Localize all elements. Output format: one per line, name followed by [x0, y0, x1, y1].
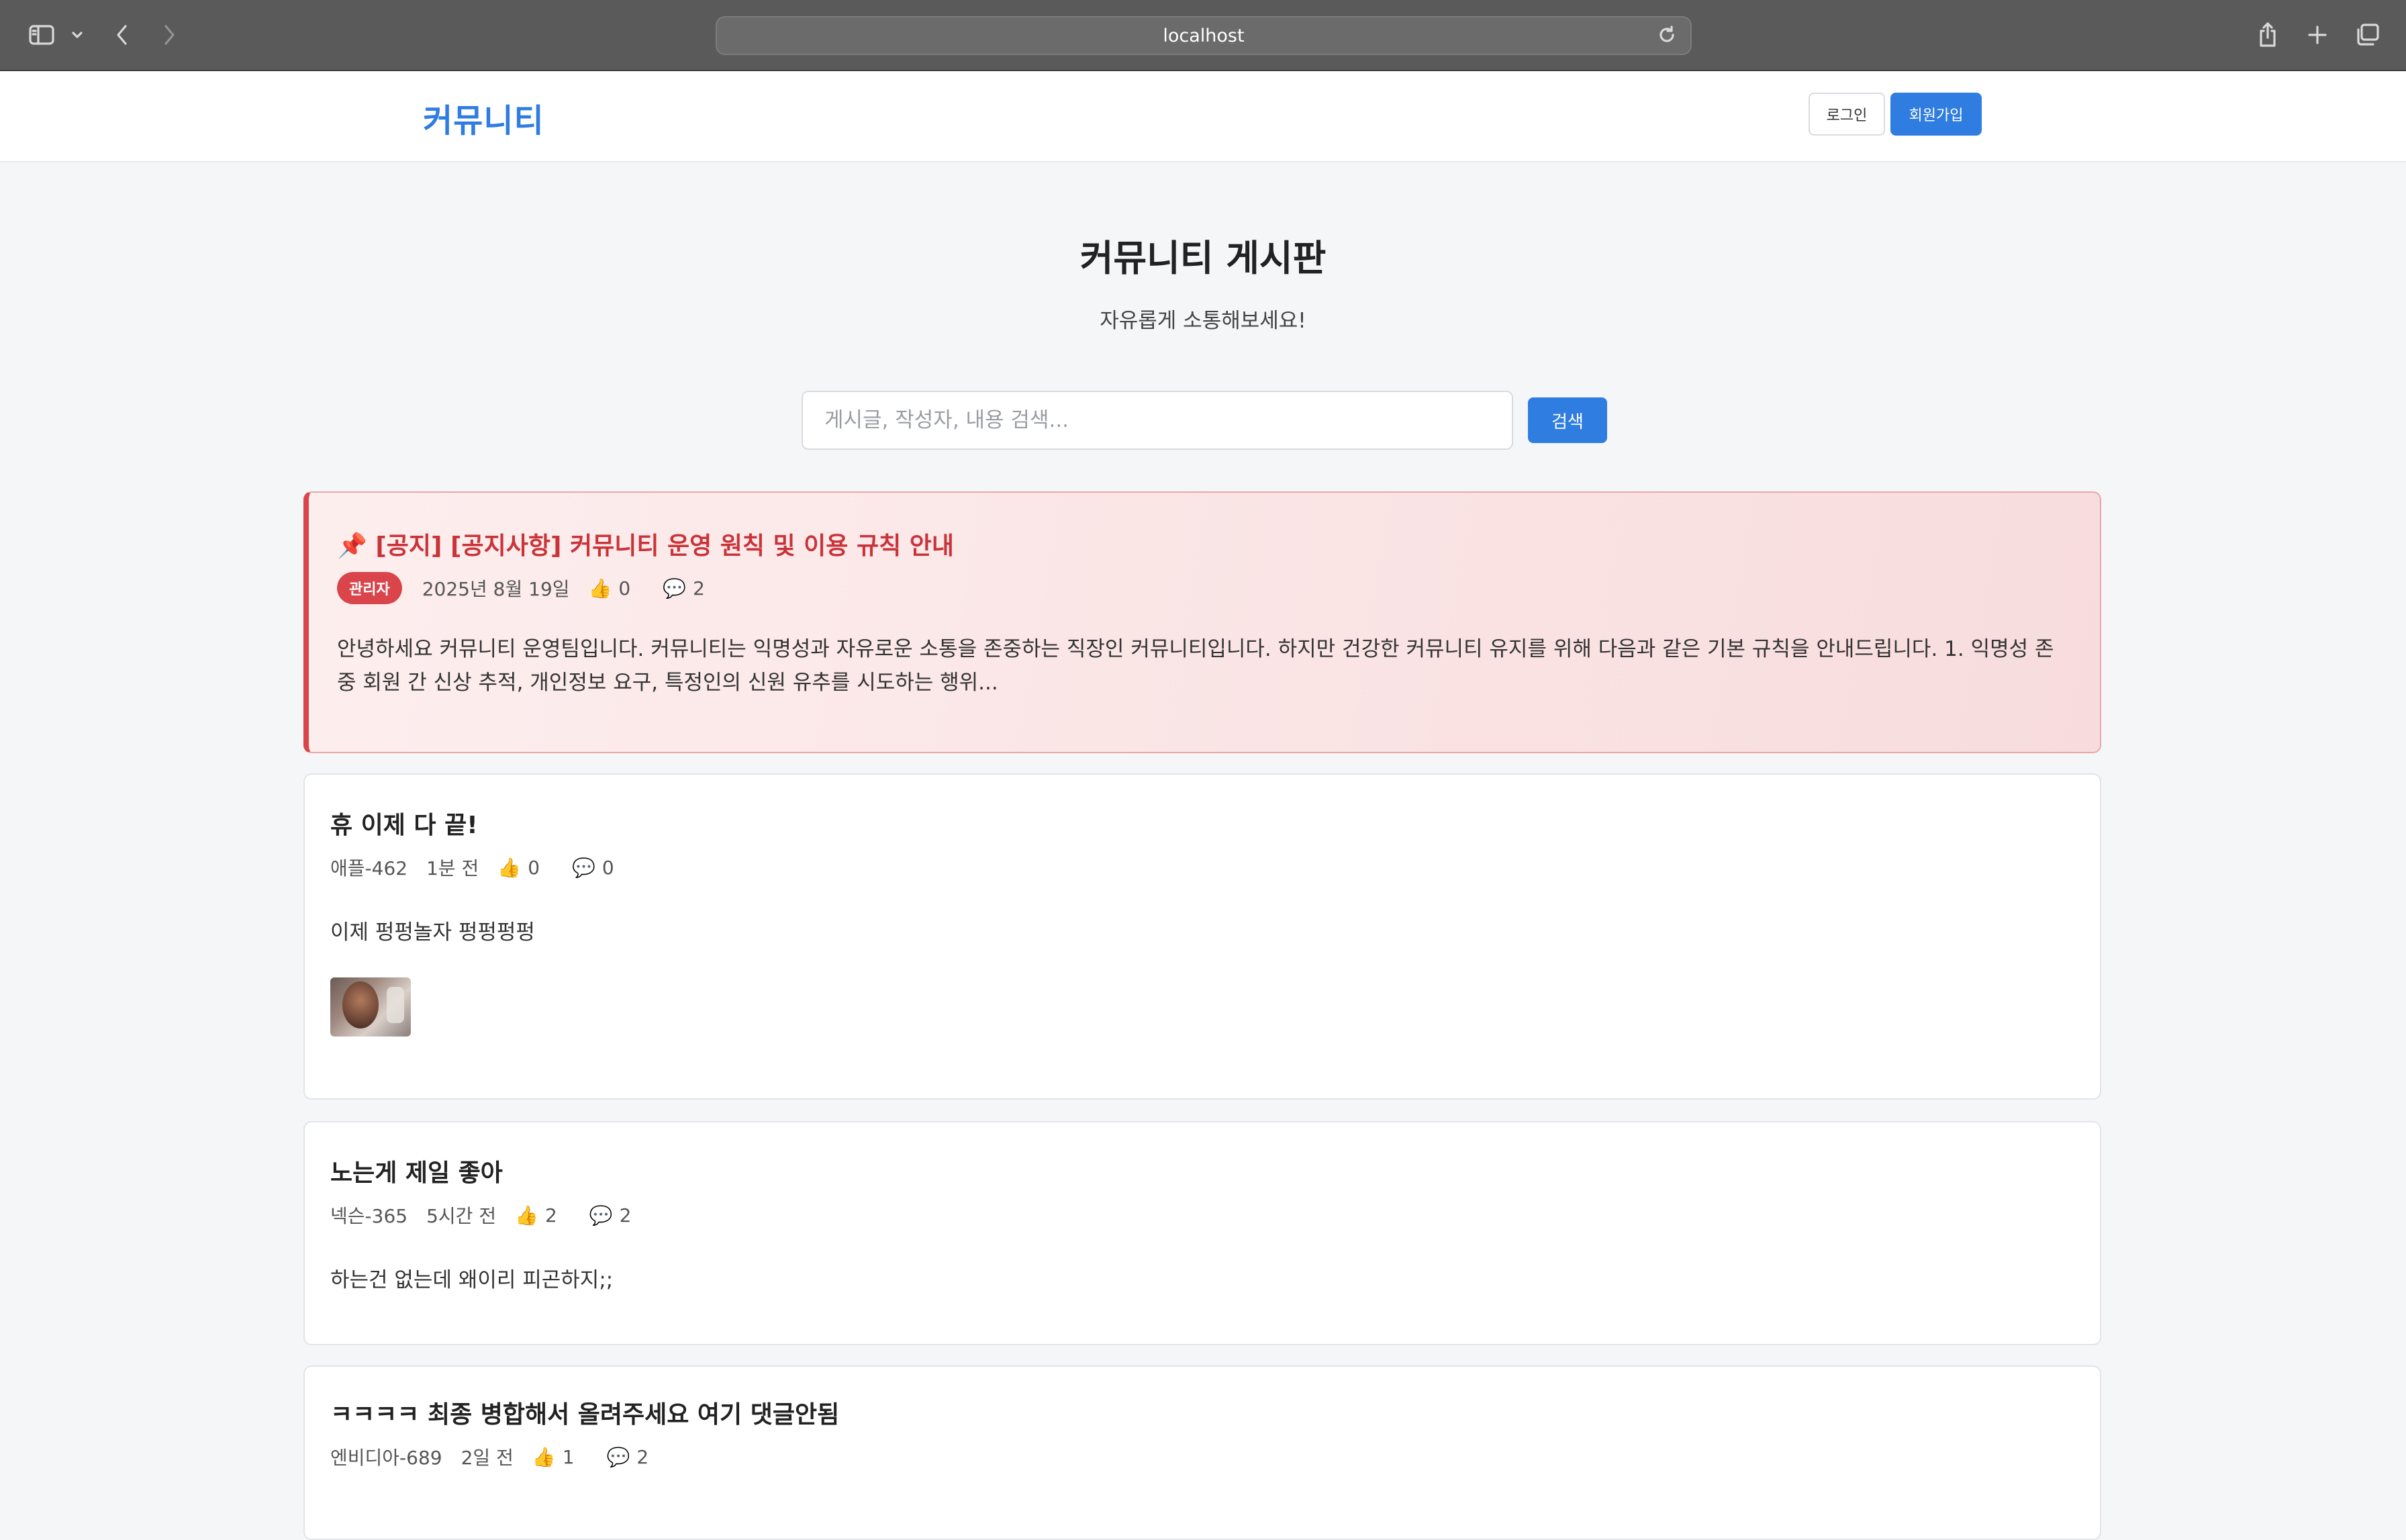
post-author: 넥슨-365	[330, 1205, 408, 1227]
comment-count: 2	[693, 577, 705, 599]
post-author: 애플-462	[330, 857, 408, 879]
comment-count: 0	[602, 856, 614, 879]
like-count: 0	[528, 856, 540, 879]
search-input[interactable]	[802, 391, 1513, 450]
post-title[interactable]: 휴 이제 다 끝!	[330, 806, 478, 840]
post-time: 1분 전	[426, 857, 479, 879]
post-card[interactable]: ㅋㅋㅋㅋ 최종 병합해서 올려주세요 여기 댓글안됨 엔비디아-689 2일 전…	[303, 1365, 2101, 1540]
post-meta: 넥슨-365 5시간 전 👍 2 💬 2	[330, 1202, 631, 1229]
post-meta: 애플-462 1분 전 👍 0 💬 0	[330, 854, 614, 881]
tabs-overview-icon[interactable]	[2352, 19, 2382, 51]
admin-badge: 관리자	[337, 572, 402, 604]
post-card[interactable]: 휴 이제 다 끝! 애플-462 1분 전 👍 0 💬 0 이제 펑펑놀자 펑펑…	[303, 773, 2101, 1100]
post-title[interactable]: ㅋㅋㅋㅋ 최종 병합해서 올려주세요 여기 댓글안됨	[330, 1395, 839, 1430]
site-logo[interactable]: 커뮤니티	[423, 94, 544, 141]
reload-icon[interactable]	[1657, 25, 1677, 50]
sidebar-toggle-icon[interactable]	[26, 19, 58, 51]
forward-icon[interactable]	[156, 19, 183, 51]
comment-count: 2	[619, 1204, 632, 1226]
speech-bubble-icon: 💬	[606, 1445, 630, 1468]
notice-post[interactable]: 📌 [공지] [공지사항] 커뮤니티 운영 원칙 및 이용 규칙 안내 관리자 …	[303, 491, 2101, 753]
comment-count: 2	[636, 1445, 649, 1468]
chevron-down-icon[interactable]	[67, 19, 87, 51]
browser-toolbar: localhost	[0, 0, 2406, 71]
like-count: 2	[544, 1204, 557, 1226]
address-bar[interactable]: localhost	[716, 16, 1692, 55]
post-excerpt: 이제 펑펑놀자 펑펑펑펑	[330, 920, 535, 945]
thumbs-up-icon: 👍	[497, 856, 522, 879]
post-excerpt: 하는건 없는데 왜이리 피곤하지;;	[330, 1268, 614, 1292]
like-count: 0	[618, 577, 631, 599]
speech-bubble-icon: 💬	[663, 577, 687, 599]
signup-button[interactable]: 회원가입	[1890, 93, 1982, 136]
post-date: 2025년 8월 19일	[422, 578, 570, 600]
share-icon[interactable]	[2254, 19, 2281, 51]
post-time: 5시간 전	[426, 1205, 497, 1227]
speech-bubble-icon: 💬	[589, 1204, 613, 1226]
search-button[interactable]: 검색	[1528, 397, 1607, 443]
post-time: 2일 전	[461, 1447, 514, 1469]
post-image-thumbnail[interactable]	[330, 977, 411, 1037]
page-title: 커뮤니티 게시판	[1079, 237, 1327, 279]
login-button[interactable]: 로그인	[1809, 93, 1885, 136]
back-icon[interactable]	[109, 19, 136, 51]
notice-excerpt: 안녕하세요 커뮤니티 운영팀입니다. 커뮤니티는 익명성과 자유로운 소통을 존…	[337, 637, 2054, 695]
url-text: localhost	[1163, 25, 1245, 46]
post-title[interactable]: 노는게 제일 좋아	[330, 1153, 503, 1188]
thumbs-up-icon: 👍	[515, 1204, 538, 1226]
post-author: 엔비디아-689	[330, 1447, 442, 1469]
site-header: 커뮤니티 로그인 회원가입	[0, 71, 2406, 162]
new-tab-icon[interactable]	[2304, 19, 2331, 51]
speech-bubble-icon: 💬	[572, 856, 595, 879]
notice-meta: 관리자 2025년 8월 19일 👍 0 💬 2	[337, 572, 705, 604]
like-count: 1	[562, 1445, 575, 1468]
post-meta: 엔비디아-689 2일 전 👍 1 💬 2	[330, 1443, 648, 1470]
thumbs-up-icon: 👍	[588, 577, 612, 599]
post-card[interactable]: 노는게 제일 좋아 넥슨-365 5시간 전 👍 2 💬 2 하는건 없는데 왜…	[303, 1121, 2101, 1345]
page-subtitle: 자유롭게 소통해보세요!	[1100, 309, 1306, 333]
notice-title[interactable]: 📌 [공지] [공지사항] 커뮤니티 운영 원칙 및 이용 규칙 안내	[337, 526, 954, 561]
thumbs-up-icon: 👍	[532, 1445, 556, 1468]
